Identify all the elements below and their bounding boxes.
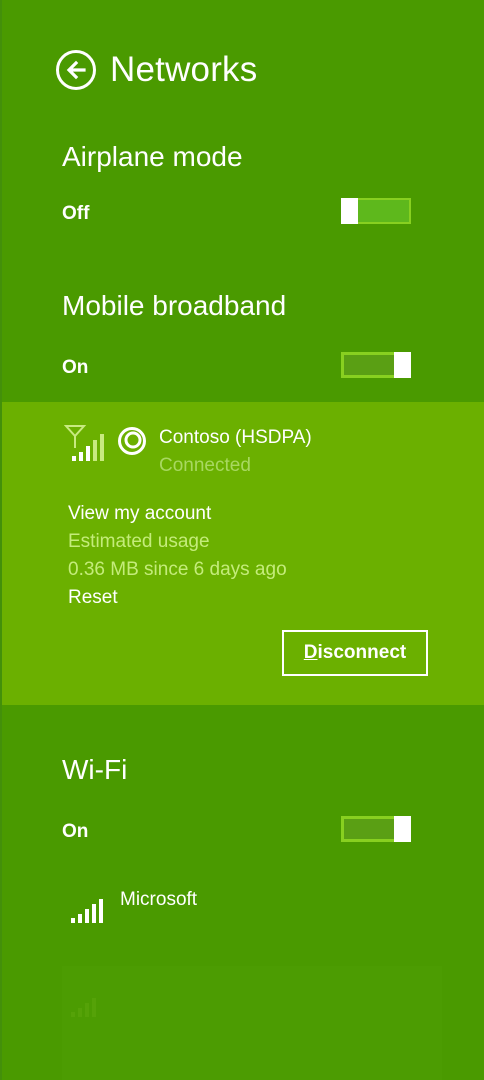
faded-network-item [62, 966, 442, 1080]
toggle-track [341, 352, 397, 378]
airplane-mode-state: Off [62, 203, 90, 224]
networks-pane: Networks Airplane mode Off Mobile broadb… [0, 0, 484, 1080]
header: Networks [56, 48, 257, 92]
back-arrow-icon[interactable] [56, 50, 96, 90]
disconnect-button[interactable]: Disconnect [282, 630, 428, 676]
page-title: Networks [110, 50, 258, 89]
cellular-signal-icon [63, 424, 108, 467]
disconnect-label: isconnect [317, 642, 407, 663]
toggle-knob [394, 816, 411, 842]
estimated-usage-label: Estimated usage [68, 531, 210, 552]
reset-link[interactable]: Reset [68, 586, 118, 610]
wifi-state: On [62, 821, 89, 842]
toggle-knob [394, 352, 411, 378]
view-account-link[interactable]: View my account [68, 502, 211, 526]
airplane-mode-title: Airplane mode [62, 141, 243, 172]
mobile-connection-panel[interactable]: Contoso (HSDPA) Connected View my accoun… [2, 402, 484, 705]
mobile-broadband-state: On [62, 357, 89, 378]
mobile-broadband-title: Mobile broadband [62, 290, 287, 321]
wifi-network-name: Microsoft [120, 889, 198, 910]
connection-name: Contoso (HSDPA) [159, 427, 312, 448]
mobile-broadband-toggle[interactable] [341, 352, 411, 378]
carrier-logo-icon [117, 426, 147, 461]
toggle-track [341, 816, 397, 842]
toggle-knob [341, 198, 358, 224]
usage-value: 0.36 MB since 6 days ago [68, 559, 287, 580]
wifi-title: Wi-Fi [62, 754, 128, 785]
disconnect-accesskey: D [303, 642, 318, 663]
airplane-mode-toggle[interactable] [341, 198, 411, 224]
connection-status: Connected [159, 455, 251, 476]
faded-signal-icon [70, 992, 104, 1023]
back-arrow-glyph [66, 60, 86, 80]
wifi-toggle[interactable] [341, 816, 411, 842]
toggle-track [355, 198, 411, 224]
wifi-network-item[interactable]: Microsoft [62, 884, 442, 924]
wifi-signal-icon [70, 898, 104, 929]
